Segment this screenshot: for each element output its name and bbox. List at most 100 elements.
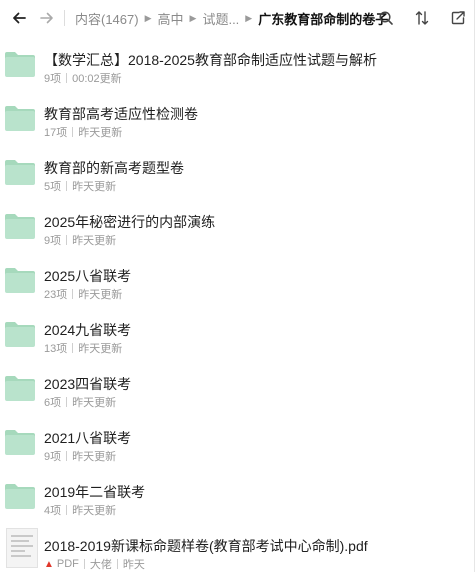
list-item-folder[interactable]: 2025年秘密进行的内部演练 9项 昨天更新 [0,201,475,255]
list-item-folder[interactable]: 2025八省联考 23项 昨天更新 [0,255,475,309]
top-toolbar: 内容(1467) ▶ 高中 ▶ 试题... ▶ 广东教育部命制的卷子 [0,0,475,36]
item-count: 9项 [44,235,62,247]
list-item-folder[interactable]: 2021八省联考 9项 昨天更新 [0,417,475,471]
list-item-file[interactable]: 2018-2019新课标命题样卷(教育部考试中心命制).pdf ▲ PDF 大佬昨… [0,525,475,579]
folder-name: 2025年秘密进行的内部演练 [44,214,216,230]
toolbar-actions [375,7,469,29]
folder-meta: 23项 昨天更新 [44,286,122,302]
file-type: PDF [56,558,79,570]
folder-name: 2024九省联考 [44,322,132,338]
share-icon [451,11,465,25]
breadcrumb: 内容(1467) ▶ 高中 ▶ 试题... ▶ 广东教育部命制的卷子 [75,9,388,28]
folder-meta: 6项 昨天更新 [44,394,116,410]
breadcrumb-item-tests[interactable]: 试题... [202,9,239,28]
folder-icon [5,376,35,401]
folder-icon [5,52,35,77]
item-count: 13项 [44,343,68,355]
folder-meta: 9项 00:02更新 [44,70,122,86]
meta-divider [66,181,68,191]
thumbnail-line [11,535,33,537]
file-list: 【数学汇总】2018-2025教育部命制适应性试题与解析 9项 00:02更新 教… [0,39,475,579]
search-button[interactable] [375,7,397,29]
meta-divider [66,73,68,83]
caret-right-icon: ▶ [189,12,197,23]
list-item-folder[interactable]: 教育部的新高考题型卷 5项 昨天更新 [0,147,475,201]
folder-icon [5,430,35,455]
updated-time: 昨天更新 [72,181,117,193]
item-count: 5项 [44,181,62,193]
meta-divider [72,343,74,353]
breadcrumb-item-content[interactable]: 内容(1467) [75,9,139,28]
folder-icon [5,160,35,185]
breadcrumb-item-high-school[interactable]: 高中 [158,9,184,28]
meta-divider [116,559,118,569]
file-author: 大佬 [89,559,112,571]
meta-divider [66,451,68,461]
meta-divider [72,289,74,299]
item-count: 17项 [44,127,68,139]
folder-meta: 9项 昨天更新 [44,232,116,248]
meta-divider [66,235,68,245]
item-count: 6项 [44,397,62,409]
thumbnail-line [11,545,33,547]
list-item-folder[interactable]: 2023四省联考 6项 昨天更新 [0,363,475,417]
item-count: 9项 [44,73,62,85]
folder-name: 2025八省联考 [44,268,132,284]
updated-time: 昨天更新 [78,289,123,301]
folder-icon [5,484,35,509]
folder-name: 教育部高考适应性检测卷 [44,106,198,122]
item-count: 4项 [44,505,62,517]
thumbnail-line [11,555,31,557]
caret-right-icon: ▶ [245,12,253,23]
pdf-thumbnail-icon [6,528,38,568]
meta-divider [72,127,74,137]
folder-name: 2021八省联考 [44,430,132,446]
breadcrumb-item-current: 广东教育部命制的卷子 [258,11,389,27]
thumbnail-line [11,540,29,542]
updated-time: 昨天更新 [72,505,117,517]
updated-time: 00:02更新 [72,73,122,85]
file-meta: ▲ PDF 大佬 昨天 [44,556,145,572]
folder-name: 教育部的新高考题型卷 [44,160,184,176]
folder-icon [5,106,35,131]
forward-button[interactable] [36,7,58,29]
item-count: 9项 [44,451,62,463]
sort-button[interactable] [411,7,433,29]
updated-time: 昨天更新 [78,343,123,355]
item-count: 23项 [44,289,68,301]
updated-time: 昨天 [122,559,145,571]
back-button[interactable] [8,7,30,29]
meta-divider [83,559,85,569]
folder-name: 【数学汇总】2018-2025教育部命制适应性试题与解析 [44,52,377,68]
arrow-right-icon [40,12,53,24]
updated-time: 昨天更新 [72,397,117,409]
folder-name: 2019年二省联考 [44,484,146,500]
list-item-folder[interactable]: 【数学汇总】2018-2025教育部命制适应性试题与解析 9项 00:02更新 [0,39,475,93]
folder-meta: 5项 昨天更新 [44,178,116,194]
list-item-folder[interactable]: 2024九省联考 13项 昨天更新 [0,309,475,363]
updated-time: 昨天更新 [78,127,123,139]
folder-meta: 17项 昨天更新 [44,124,122,140]
thumbnail-line [11,550,25,552]
meta-divider [66,397,68,407]
list-item-folder[interactable]: 2019年二省联考 4项 昨天更新 [0,471,475,525]
search-icon [379,11,393,25]
toolbar-divider [64,10,65,26]
sort-icon [415,11,429,25]
caret-right-icon: ▶ [144,12,152,23]
folder-icon [5,214,35,239]
file-name: 2018-2019新课标命题样卷(教育部考试中心命制).pdf [44,538,368,554]
arrow-left-icon [13,12,26,24]
list-item-folder[interactable]: 教育部高考适应性检测卷 17项 昨天更新 [0,93,475,147]
folder-icon [5,322,35,347]
folder-name: 2023四省联考 [44,376,132,392]
folder-meta: 9项 昨天更新 [44,448,116,464]
updated-time: 昨天更新 [72,235,117,247]
meta-divider [66,505,68,515]
folder-meta: 4项 昨天更新 [44,502,116,518]
share-button[interactable] [447,7,469,29]
folder-meta: 13项 昨天更新 [44,340,122,356]
folder-icon [5,268,35,293]
pdf-icon: ▲ [44,558,54,570]
updated-time: 昨天更新 [72,451,117,463]
